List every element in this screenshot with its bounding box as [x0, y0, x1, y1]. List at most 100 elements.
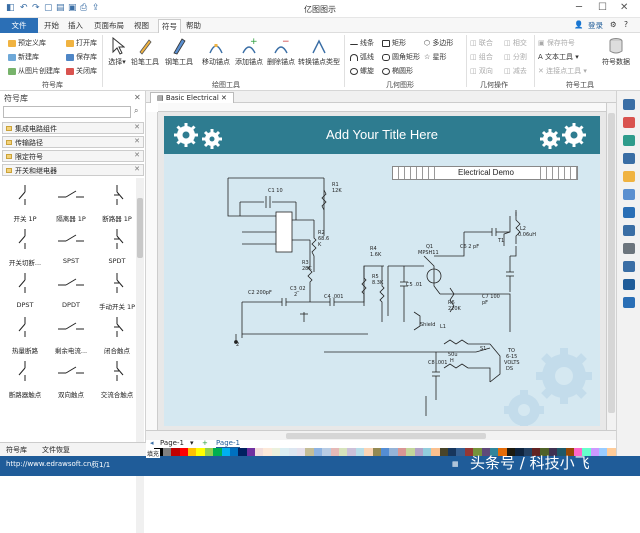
library-item-qualifier[interactable]: 限定符号 ✕ [2, 150, 144, 162]
library-item-switches[interactable]: 开关和继电器 ✕ [2, 164, 144, 176]
fill-icon[interactable] [623, 117, 635, 128]
panel-scrollbar[interactable] [136, 178, 144, 533]
color-swatch[interactable] [431, 448, 440, 456]
color-swatch[interactable] [599, 448, 608, 456]
library-close-icon[interactable]: ✕ [134, 151, 140, 159]
text-tool-button[interactable]: A 文本工具 ▾ [538, 52, 579, 62]
color-swatch[interactable] [389, 448, 398, 456]
menu-tab-start[interactable]: 开始 [44, 20, 59, 31]
symbol-data-button[interactable]: 符号数据 [596, 37, 636, 67]
symbol-item[interactable]: 剩余电流... [48, 315, 94, 355]
save-symbol-button[interactable]: ▣ 保存符号 [538, 38, 575, 48]
color-swatch[interactable] [229, 448, 239, 456]
drawing-canvas[interactable]: Add Your Title Here Electrical Demo C1 1… [158, 112, 606, 430]
add-page-icon[interactable]: + [202, 439, 208, 447]
save-library-button[interactable]: 保存库 [66, 52, 97, 62]
color-swatch[interactable] [355, 448, 365, 456]
symbol-item[interactable]: DPDT [48, 271, 94, 309]
comment-icon[interactable] [623, 261, 635, 272]
horizontal-scroll-thumb[interactable] [286, 433, 486, 439]
page-selector[interactable]: Page-1 [160, 439, 184, 447]
search-icon[interactable]: ⌕ [134, 106, 138, 116]
help-icon[interactable]: ? [624, 20, 628, 29]
tab-basic-electrical[interactable]: ▤ Basic Electrical ✕ [150, 92, 234, 103]
library-item-transmission[interactable]: 传输路径 ✕ [2, 136, 144, 148]
line-shape-button[interactable]: 线条 [350, 38, 374, 48]
select-tool-button[interactable]: 选择▾ [106, 37, 128, 67]
bidirectional-button[interactable]: ◫ 双向 [470, 66, 493, 76]
tab-page-1[interactable]: Page-1 [216, 439, 240, 448]
delete-anchor-button[interactable]: − 删除锚点 [266, 37, 296, 67]
library-from-image-button[interactable]: 从图片创建库 [8, 66, 60, 76]
ellipse-shape-button[interactable]: 椭圆形 [382, 66, 413, 76]
diagram-page[interactable]: Add Your Title Here Electrical Demo C1 1… [164, 116, 600, 426]
symbol-item[interactable]: 隔离器 1P [48, 183, 94, 223]
symbol-item[interactable]: SPDT [94, 227, 140, 265]
color-swatch[interactable] [456, 448, 465, 456]
page-nav-prev-icon[interactable]: ◂ [150, 439, 154, 447]
library-item-ic[interactable]: 集成电路组件 ✕ [2, 122, 144, 134]
history-icon[interactable] [623, 279, 635, 290]
menu-file[interactable]: 文件 [0, 18, 38, 33]
maximize-icon[interactable]: ☐ [598, 2, 607, 13]
menu-tab-symbol[interactable]: 符号 [158, 19, 181, 33]
vertical-scroll-thumb[interactable] [608, 113, 615, 413]
layer-icon[interactable] [623, 171, 635, 182]
symbol-item[interactable]: 热量断路 [2, 315, 48, 355]
subtract-button[interactable]: ◫ 减去 [504, 66, 527, 76]
combine-button[interactable]: ◫ 组合 [470, 52, 493, 62]
symbol-item[interactable]: DPST [2, 271, 48, 309]
pencil-tool-button[interactable]: 铅笔工具 [130, 37, 160, 67]
color-swatch[interactable] [364, 448, 373, 456]
menu-tab-insert[interactable]: 插入 [68, 20, 83, 31]
open-library-button[interactable]: 打开库 [66, 38, 97, 48]
color-swatch[interactable] [271, 448, 281, 456]
outline-icon[interactable] [623, 189, 635, 200]
connection-point-button[interactable]: ✕ 连接点工具 ▾ [538, 66, 587, 76]
color-swatch[interactable] [238, 448, 247, 456]
symbol-item[interactable]: 双向触点 [48, 359, 94, 399]
library-close-icon[interactable]: ✕ [134, 165, 140, 173]
convert-anchor-button[interactable]: 转换锚点类型 [298, 37, 340, 67]
color-swatch[interactable] [338, 448, 348, 456]
pen-tool-button[interactable]: 钢笔工具 [164, 37, 194, 67]
color-swatch[interactable] [330, 448, 339, 456]
format-icon[interactable] [623, 99, 635, 110]
union-button[interactable]: ◫ 联合 [470, 38, 493, 48]
color-swatch[interactable] [448, 448, 457, 456]
library-close-icon[interactable]: ✕ [134, 123, 140, 131]
star-shape-button[interactable]: ☆ 星形 [424, 52, 447, 62]
minimize-icon[interactable]: ─ [576, 2, 582, 13]
symbol-item[interactable]: 闭合触点 [94, 315, 140, 355]
rounded-rect-shape-button[interactable]: 圆角矩形 [382, 52, 420, 62]
color-swatch[interactable] [372, 448, 381, 456]
color-swatch[interactable] [263, 448, 272, 456]
image-icon[interactable] [623, 135, 635, 146]
color-swatch[interactable] [347, 448, 356, 456]
symbol-item[interactable]: SPST [48, 227, 94, 265]
color-swatch[interactable] [297, 448, 306, 456]
color-swatch[interactable] [221, 448, 230, 456]
new-library-button[interactable]: 新建库 [8, 52, 39, 62]
color-swatch[interactable] [380, 448, 390, 456]
color-swatch[interactable] [162, 448, 172, 456]
library-search-input[interactable] [3, 106, 131, 118]
menu-tab-help[interactable]: 帮助 [186, 20, 201, 31]
symbol-item[interactable]: 开关切断... [2, 227, 48, 267]
user-icon[interactable]: 👤 [574, 20, 583, 29]
vertical-scrollbar[interactable] [606, 103, 616, 430]
color-swatch[interactable] [406, 448, 415, 456]
symbol-item[interactable]: 断路器 1P [94, 183, 140, 223]
login-link[interactable]: 登录 [588, 20, 603, 31]
close-library-button[interactable]: 关闭库 [66, 66, 97, 76]
page-icon[interactable] [623, 153, 635, 164]
spiral-shape-button[interactable]: 螺旋 [350, 66, 374, 76]
page-dropdown-icon[interactable]: ▾ [190, 439, 194, 447]
color-swatch[interactable] [607, 448, 616, 456]
predefined-library-button[interactable]: 预定义库 [8, 38, 46, 48]
arc-shape-button[interactable]: 弧线 [350, 52, 374, 62]
color-swatch[interactable] [187, 448, 197, 456]
close-icon[interactable]: ✕ [620, 2, 628, 13]
settings-icon[interactable]: ⚙ [610, 20, 617, 29]
color-swatch[interactable] [179, 448, 188, 456]
